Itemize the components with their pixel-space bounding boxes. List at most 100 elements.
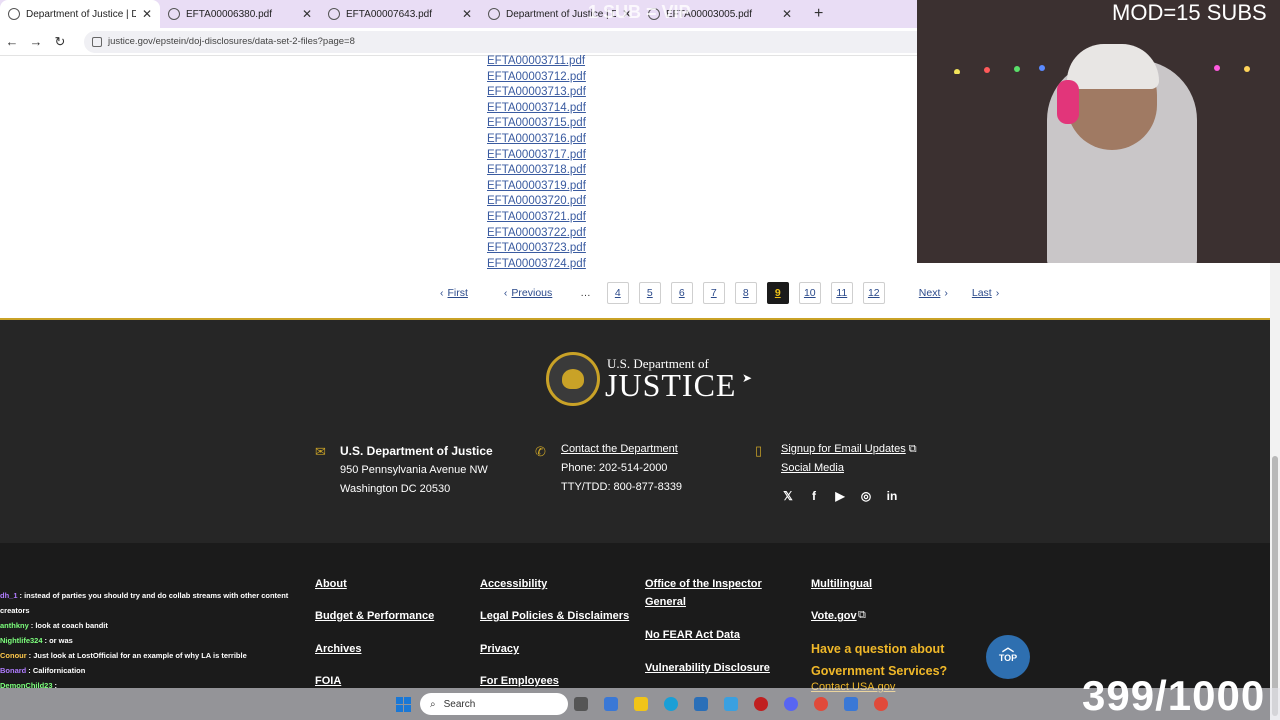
file-link[interactable]: EFTA00003713.pdf: [487, 85, 586, 101]
chat-message: anthkny: look at coach bandit: [0, 618, 300, 633]
file-link[interactable]: EFTA00003724.pdf: [487, 257, 586, 273]
reload-icon[interactable]: ↻: [48, 34, 72, 50]
multilingual-link[interactable]: Multilingual: [811, 575, 872, 593]
file-link[interactable]: EFTA00003711.pdf: [487, 54, 586, 70]
pager-ellipsis: …: [580, 287, 591, 299]
tab-title: EFTA00006380.pdf: [186, 8, 272, 20]
linkedin-icon[interactable]: in: [885, 489, 899, 503]
pager-page-5[interactable]: 5: [638, 282, 661, 304]
close-icon[interactable]: ✕: [782, 7, 792, 21]
footer-address: U.S. Department of Justice 950 Pennsylva…: [340, 442, 493, 499]
back-icon[interactable]: ←: [0, 34, 24, 49]
chrome-icon[interactable]: [814, 697, 828, 711]
chevron-left-icon: ‹: [503, 287, 508, 299]
footer-contact: Contact the Department Phone: 202-514-20…: [561, 440, 682, 497]
oig-link[interactable]: Office of the Inspector General: [645, 575, 785, 611]
back-to-top-button[interactable]: ︿ TOP: [986, 635, 1030, 679]
pager-previous[interactable]: Previous: [511, 287, 552, 299]
close-icon[interactable]: ✕: [302, 7, 312, 21]
pager-page-10[interactable]: 10: [798, 282, 821, 304]
sub-vip-watermark: 1 SUB = VIP: [588, 2, 691, 22]
chevron-left-icon: ‹: [440, 287, 444, 299]
chat-text: : instead of parties you should try and …: [0, 591, 289, 615]
gov-services-question: Have a question about Government Service…: [811, 642, 948, 678]
file-link[interactable]: EFTA00003722.pdf: [487, 226, 586, 242]
pager-next[interactable]: Next: [919, 287, 941, 299]
forward-icon[interactable]: →: [24, 34, 48, 49]
file-link[interactable]: EFTA00003723.pdf: [487, 241, 586, 257]
app-icon[interactable]: [844, 697, 858, 711]
pager-page-12[interactable]: 12: [862, 282, 885, 304]
signup-email-link[interactable]: Signup for Email Updates: [781, 443, 906, 455]
tab-doj-data-set[interactable]: Department of Justice | Data Se ✕: [0, 0, 160, 28]
address-line2: Washington DC 20530: [340, 483, 451, 495]
facebook-icon[interactable]: f: [807, 489, 821, 503]
youtube-icon[interactable]: ▶: [833, 489, 847, 503]
privacy-link[interactable]: Privacy: [480, 640, 519, 658]
vulnerability-link[interactable]: Vulnerability Disclosure: [645, 659, 770, 677]
social-icons: 𝕏 f ▶ ◎ in: [781, 489, 899, 503]
globe-icon: [168, 8, 180, 20]
file-link[interactable]: EFTA00003718.pdf: [487, 163, 586, 179]
pager-page-6[interactable]: 6: [670, 282, 693, 304]
vote-link[interactable]: Vote.gov: [811, 607, 857, 625]
pager-last[interactable]: Last: [972, 287, 992, 299]
new-tab-button[interactable]: +: [814, 5, 823, 23]
pager-page-4[interactable]: 4: [606, 282, 629, 304]
scrollbar-thumb[interactable]: [1272, 456, 1278, 716]
app-icon[interactable]: [604, 697, 618, 711]
file-link[interactable]: EFTA00003715.pdf: [487, 116, 586, 132]
external-link-icon: ⧉: [858, 609, 866, 621]
file-link[interactable]: EFTA00003720.pdf: [487, 194, 586, 210]
discord-icon[interactable]: [784, 697, 798, 711]
pager-first[interactable]: First: [448, 287, 468, 299]
url-field[interactable]: justice.gov/epstein/doj-disclosures/data…: [84, 30, 964, 53]
chevron-up-icon: ︿: [1001, 640, 1014, 654]
mod-subs-text: MOD=15 SUBS: [1112, 0, 1267, 25]
legal-link[interactable]: Legal Policies & Disclaimers: [480, 607, 629, 625]
app-icon[interactable]: [754, 697, 768, 711]
chat-text: : look at coach bandit: [30, 621, 108, 630]
about-link[interactable]: About: [315, 575, 347, 593]
contact-department-link[interactable]: Contact the Department: [561, 443, 678, 455]
chrome-icon[interactable]: [874, 697, 888, 711]
webcam-overlay: [917, 0, 1280, 263]
mail-icon: ✉: [315, 444, 326, 459]
close-icon[interactable]: ✕: [462, 7, 472, 21]
site-info-icon[interactable]: [92, 36, 102, 47]
tab-pdf-6380[interactable]: EFTA00006380.pdf ✕: [160, 0, 320, 28]
footer-contact-section: [0, 318, 1270, 543]
logo-title[interactable]: JUSTICE: [605, 367, 736, 404]
file-explorer-icon[interactable]: [634, 697, 648, 711]
store-icon[interactable]: [694, 697, 708, 711]
x-icon[interactable]: 𝕏: [781, 489, 795, 503]
edge-browser-icon[interactable]: [664, 697, 678, 711]
file-link[interactable]: EFTA00003712.pdf: [487, 70, 586, 86]
task-view-icon[interactable]: [574, 697, 588, 711]
pager-page-7[interactable]: 7: [702, 282, 725, 304]
globe-icon: [488, 8, 500, 20]
footer-signup: Signup for Email Updates ⧉ Social Media: [781, 440, 917, 478]
file-link[interactable]: EFTA00003716.pdf: [487, 132, 586, 148]
file-link[interactable]: EFTA00003721.pdf: [487, 210, 586, 226]
taskbar-search[interactable]: ⌕ Search: [420, 693, 568, 715]
close-icon[interactable]: ✕: [142, 7, 152, 21]
file-link[interactable]: EFTA00003714.pdf: [487, 101, 586, 117]
nofear-link[interactable]: No FEAR Act Data: [645, 626, 740, 644]
social-media-link[interactable]: Social Media: [781, 462, 844, 474]
instagram-icon[interactable]: ◎: [859, 489, 873, 503]
tab-pdf-7643[interactable]: EFTA00007643.pdf ✕: [320, 0, 480, 28]
pager-page-11[interactable]: 11: [830, 282, 853, 304]
pager-page-9[interactable]: 9: [766, 282, 789, 304]
chat-message: Bonard: Californication: [0, 663, 300, 678]
file-link[interactable]: EFTA00003719.pdf: [487, 179, 586, 195]
file-link[interactable]: EFTA00003717.pdf: [487, 148, 586, 164]
windows-start-icon[interactable]: [396, 697, 412, 713]
pager-page-8[interactable]: 8: [734, 282, 757, 304]
stream-chat: dh_1: instead of parties you should try …: [0, 588, 300, 693]
app-icon[interactable]: [724, 697, 738, 711]
doj-seal-logo[interactable]: [546, 352, 600, 406]
accessibility-link[interactable]: Accessibility: [480, 575, 547, 593]
archives-link[interactable]: Archives: [315, 640, 361, 658]
budget-link[interactable]: Budget & Performance: [315, 607, 434, 625]
